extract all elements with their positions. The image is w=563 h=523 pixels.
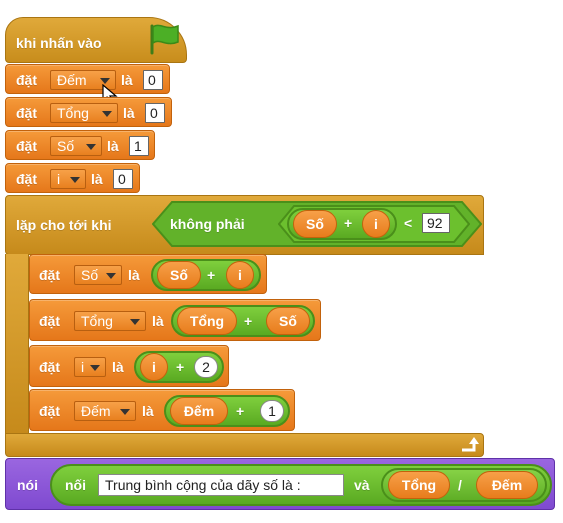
set-label: đặt — [16, 171, 37, 187]
repeat-until-arm — [5, 254, 29, 434]
variable-name: Tổng — [57, 105, 89, 121]
to-label: là — [121, 72, 133, 88]
variable-name: Đếm — [81, 403, 111, 419]
variable-reporter[interactable]: Đếm — [170, 397, 228, 425]
variable-reporter[interactable]: i — [140, 353, 168, 381]
chevron-down-icon — [102, 111, 112, 117]
divide-operator: / — [458, 477, 462, 493]
plus-operator: + — [344, 215, 353, 231]
set-label: đặt — [39, 313, 60, 329]
when-flag-clicked-block[interactable]: khi nhấn vào — [5, 17, 187, 63]
set-label: đặt — [16, 138, 37, 154]
number-input[interactable]: 2 — [194, 356, 218, 378]
variable-dropdown[interactable]: Tổng — [50, 103, 118, 123]
plus-operator: + — [244, 313, 253, 329]
set-variable-block[interactable]: đặt Đếm là 0 — [5, 64, 170, 94]
loop-arrow-icon — [462, 437, 479, 452]
set-label: đặt — [39, 403, 60, 419]
to-label: là — [142, 403, 154, 419]
to-label: là — [123, 105, 135, 121]
variable-reporter[interactable]: Số — [157, 261, 201, 289]
set-variable-block[interactable]: đặt i là 0 — [5, 163, 140, 193]
less-than-operator: < — [404, 215, 413, 231]
set-variable-block[interactable]: đặt Số là 1 — [5, 130, 155, 160]
variable-dropdown[interactable]: Số — [74, 265, 122, 285]
variable-reporter[interactable]: Tổng — [177, 307, 237, 335]
chevron-down-icon — [90, 365, 100, 371]
chevron-down-icon — [70, 177, 80, 183]
to-label: là — [107, 138, 119, 154]
variable-reporter[interactable]: Đếm — [476, 471, 538, 499]
variable-name: Đếm — [57, 72, 87, 88]
hat-label: khi nhấn vào — [16, 35, 102, 51]
plus-operator: + — [236, 403, 245, 419]
green-flag-icon — [150, 24, 179, 55]
repeat-until-label: lặp cho tới khi — [16, 217, 112, 233]
variable-dropdown[interactable]: Đếm — [74, 401, 136, 421]
and-label: và — [354, 477, 370, 493]
variable-reporter[interactable]: i — [226, 261, 254, 289]
set-label: đặt — [39, 359, 60, 375]
chevron-down-icon — [130, 319, 140, 325]
to-label: là — [128, 267, 140, 283]
set-label: đặt — [16, 72, 37, 88]
text-input[interactable]: Trung bình cộng của dãy số là : — [98, 474, 344, 496]
compare-value-input[interactable]: 92 — [422, 213, 450, 233]
to-label: là — [91, 171, 103, 187]
variable-dropdown[interactable]: i — [74, 357, 106, 377]
variable-name: Số — [81, 267, 99, 283]
variable-name: Số — [57, 138, 75, 154]
variable-dropdown[interactable]: Số — [50, 136, 102, 156]
to-label: là — [152, 313, 164, 329]
chevron-down-icon — [86, 144, 96, 150]
variable-name: i — [57, 171, 61, 187]
repeat-until-footer[interactable] — [5, 433, 484, 457]
variable-name: Tổng — [81, 313, 113, 329]
variable-dropdown[interactable]: Tổng — [74, 311, 146, 331]
set-variable-block[interactable]: đặt Số là Số + i — [29, 254, 267, 294]
value-input[interactable]: 0 — [143, 70, 163, 90]
plus-operator: + — [207, 267, 216, 283]
variable-dropdown[interactable]: i — [50, 169, 86, 189]
set-label: đặt — [39, 267, 60, 283]
not-label: không phải — [170, 216, 245, 232]
set-variable-block[interactable]: đặt i là i + 2 — [29, 345, 229, 387]
value-input[interactable]: 0 — [113, 169, 133, 189]
number-input[interactable]: 1 — [260, 400, 284, 422]
set-variable-block[interactable]: đặt Đếm là Đếm + 1 — [29, 389, 295, 431]
set-label: đặt — [16, 105, 37, 121]
say-block[interactable]: nói nối Trung bình cộng của dãy số là : … — [5, 458, 555, 510]
plus-operator: + — [176, 359, 185, 375]
variable-reporter[interactable]: Số — [266, 307, 310, 335]
variable-reporter-so[interactable]: Số — [293, 210, 337, 238]
join-label: nối — [65, 477, 86, 493]
value-input[interactable]: 0 — [145, 103, 165, 123]
set-variable-block[interactable]: đặt Tổng là Tổng + Số — [29, 299, 321, 341]
value-input[interactable]: 1 — [129, 136, 149, 156]
to-label: là — [112, 359, 124, 375]
set-variable-block[interactable]: đặt Tổng là 0 — [5, 97, 172, 127]
variable-name: i — [81, 359, 85, 375]
say-label: nói — [17, 477, 38, 493]
chevron-down-icon — [120, 409, 130, 415]
variable-reporter[interactable]: Tổng — [388, 471, 450, 499]
variable-reporter-i[interactable]: i — [362, 210, 390, 238]
chevron-down-icon — [106, 273, 116, 279]
